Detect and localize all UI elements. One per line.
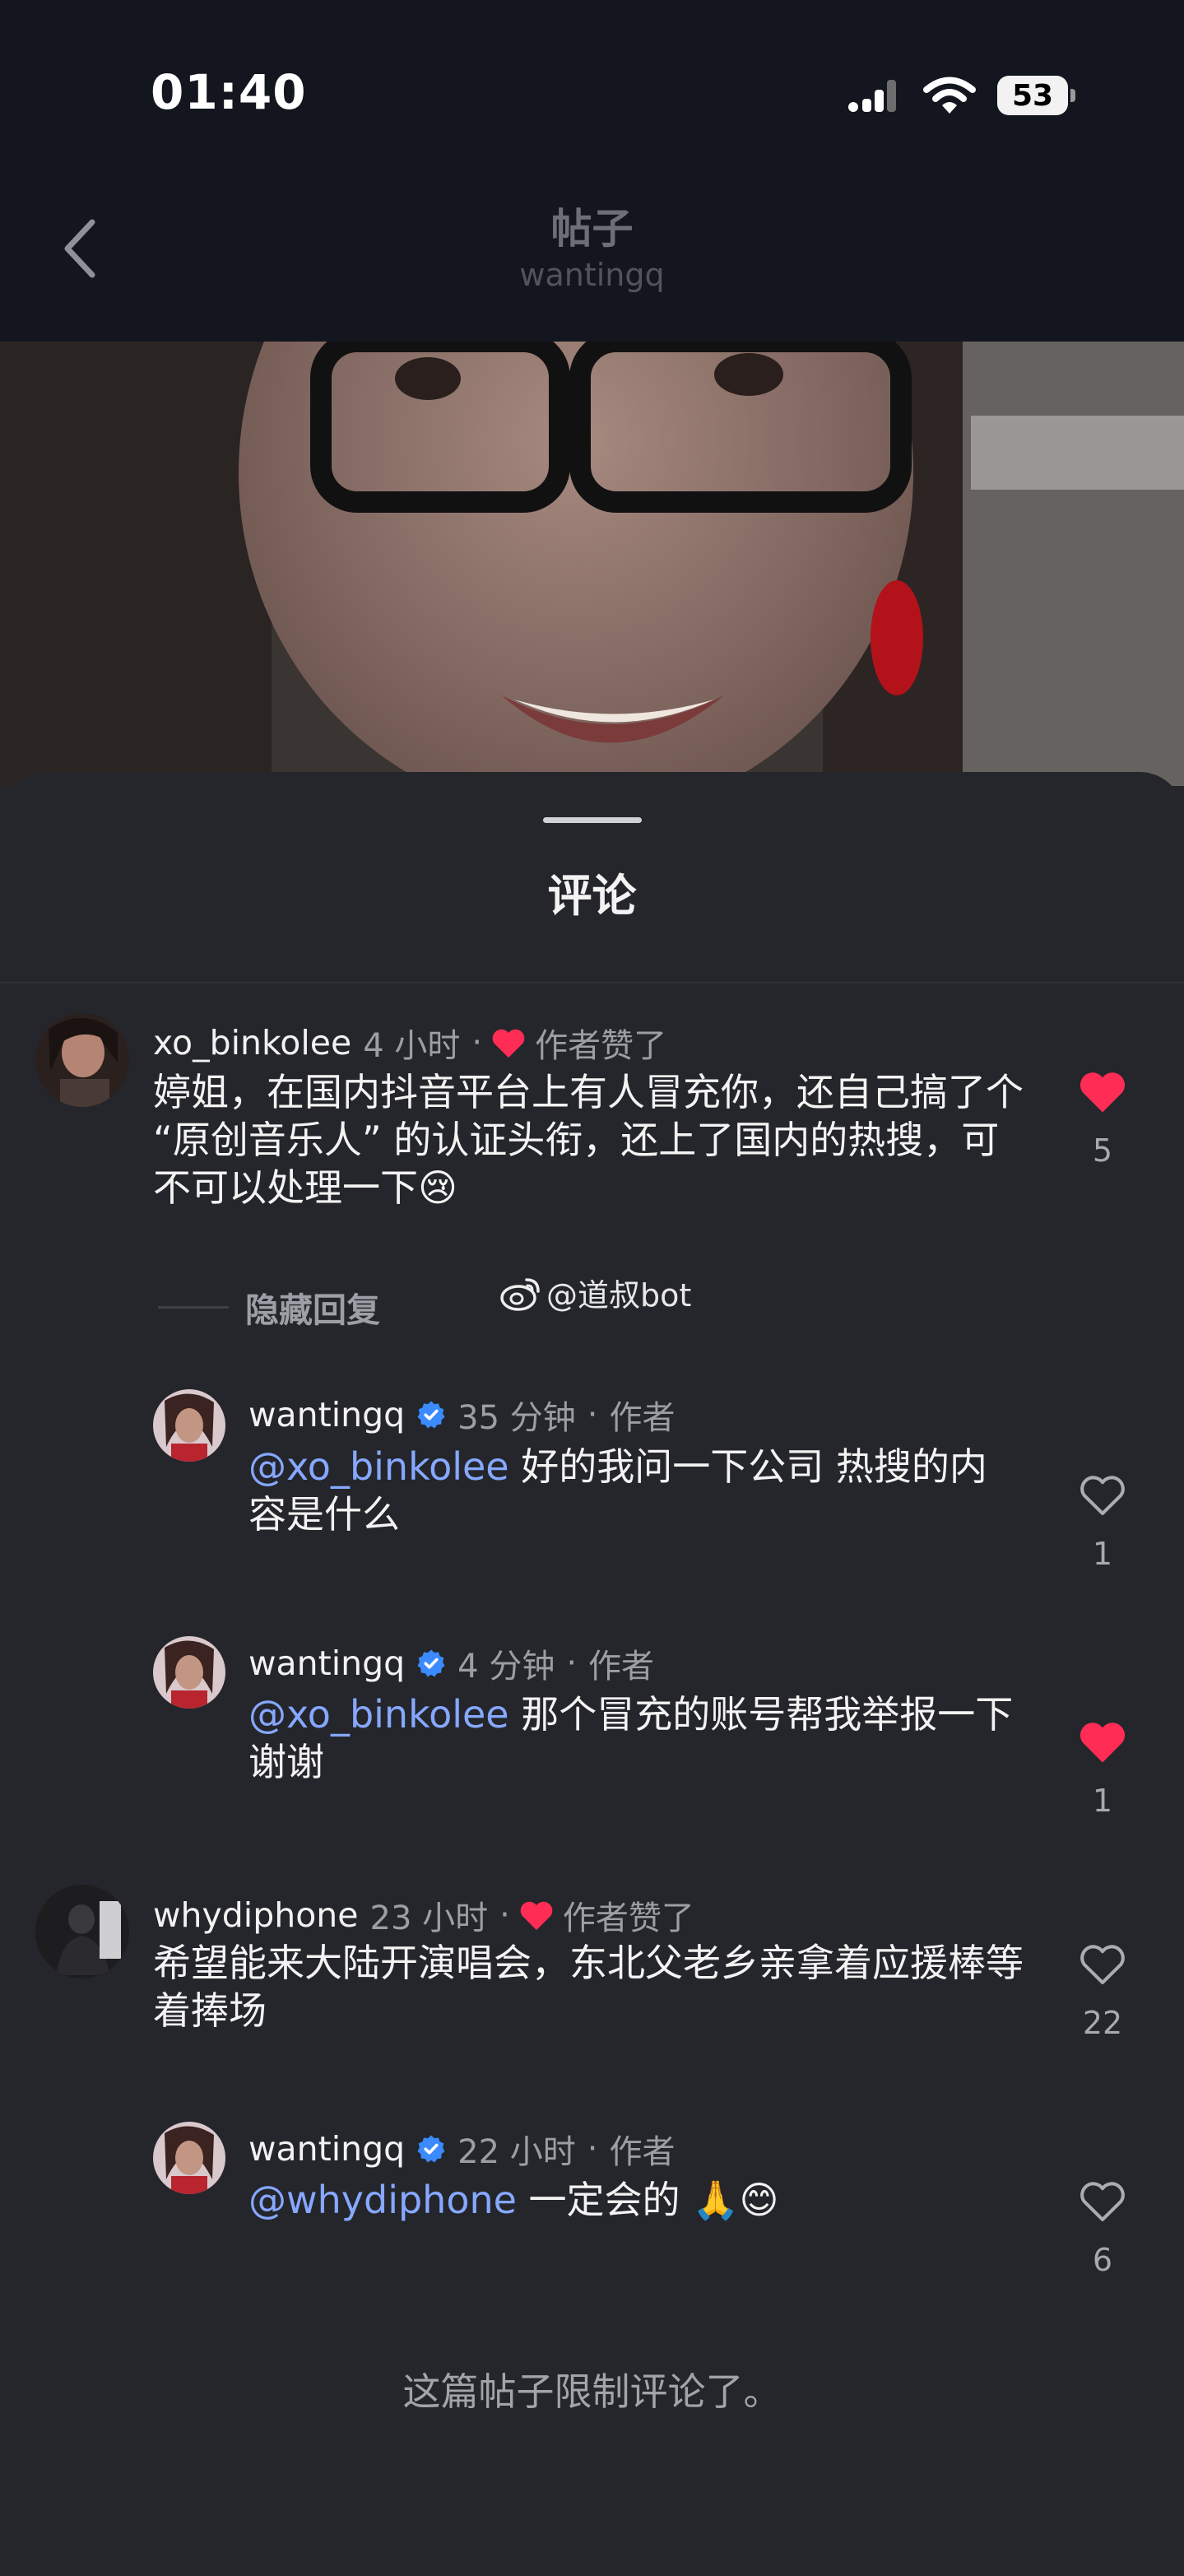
weibo-icon — [500, 1277, 540, 1311]
comment-meta: wantingq 22 小时 · 作者 — [248, 2125, 676, 2173]
username[interactable]: wantingq — [248, 1395, 405, 1434]
like-button[interactable]: 5 — [1070, 1068, 1135, 1169]
author-liked-heart-icon — [520, 1901, 553, 1931]
separator: · — [471, 1024, 483, 1062]
like-count: 6 — [1092, 2242, 1113, 2278]
author-liked-badge: 作者赞了 — [562, 1899, 694, 1937]
comment-meta: xo_binkolee 4 小时 · 作者赞了 — [153, 1019, 666, 1067]
top-bar: 01:40 53 帖子 wantingq — [0, 0, 1184, 342]
like-button[interactable]: 1 — [1070, 1472, 1135, 1572]
author-role: 作者 — [588, 1648, 655, 1686]
verified-badge-icon — [417, 1649, 445, 1677]
avatar[interactable] — [35, 1885, 129, 1978]
verified-badge-icon — [417, 2135, 445, 2163]
author-role: 作者 — [609, 2133, 676, 2171]
comment-meta: wantingq 4 分钟 · 作者 — [248, 1639, 654, 1687]
avatar[interactable] — [153, 1636, 225, 1709]
comment-meta: whydiphone 23 小时 · 作者赞了 — [153, 1891, 694, 1939]
separator: · — [566, 1644, 578, 1682]
comment-text: @xo_binkolee 那个冒充的账号帮我举报一下 谢谢 — [248, 1690, 1022, 1786]
username[interactable]: whydiphone — [153, 1895, 359, 1935]
hide-replies-button[interactable]: 隐藏回复 — [158, 1282, 380, 1332]
post-photo — [0, 342, 1184, 786]
mention-link[interactable]: @whydiphone — [248, 2178, 517, 2222]
like-count: 5 — [1092, 1132, 1113, 1169]
author-liked-badge: 作者赞了 — [535, 1027, 667, 1065]
comment-text: 婷姐，在国内抖音平台上有人冒充你，还自己搞了个 “原创音乐人” 的认证头衔，还上… — [153, 1068, 1025, 1211]
like-button[interactable]: 6 — [1070, 2178, 1135, 2278]
status-time: 01:40 — [151, 64, 307, 120]
separator: · — [499, 1896, 510, 1934]
page-title: 帖子 — [550, 205, 634, 253]
timestamp: 4 小时 — [363, 1027, 461, 1065]
comment-text: 希望能来大陆开演唱会，东北父老乡亲拿着应援棒等着捧场 — [153, 1939, 1025, 2034]
timestamp: 4 分钟 — [457, 1648, 555, 1686]
username[interactable]: wantingq — [248, 2129, 405, 2169]
wifi-icon — [923, 77, 976, 114]
post-image — [0, 342, 1184, 786]
like-count: 1 — [1092, 1536, 1113, 1572]
page-subtitle: wantingq — [519, 257, 665, 293]
heart-filled-icon — [1080, 1723, 1126, 1763]
separator: · — [587, 2130, 598, 2168]
author-role: 作者 — [609, 1399, 676, 1437]
crying-emoji: 😢 — [418, 1165, 457, 1210]
heart-outline-icon — [1080, 1476, 1125, 1515]
mention-link[interactable]: @xo_binkolee — [248, 1444, 509, 1489]
timestamp: 22 小时 — [457, 2133, 576, 2171]
username[interactable]: xo_binkolee — [153, 1023, 351, 1062]
author-liked-heart-icon — [492, 1029, 525, 1058]
heart-filled-icon — [1080, 1072, 1126, 1113]
timestamp: 35 分钟 — [457, 1399, 576, 1437]
avatar[interactable] — [153, 1389, 225, 1462]
comments-restricted-note: 这篇帖子限制评论了。 — [402, 2369, 782, 2414]
separator: · — [587, 1396, 598, 1434]
comment-sheet: 评论 xo_binkolee 4 小时 · 作者赞了 婷姐，在国内抖音平台上有人… — [0, 772, 1184, 2576]
comment-body: 希望能来大陆开演唱会，东北父老乡亲拿着应援棒等着捧场 — [153, 1941, 1024, 2033]
drag-handle[interactable] — [543, 817, 642, 823]
reply-thread-line — [158, 1305, 229, 1309]
verified-badge-icon — [417, 1401, 445, 1429]
like-count: 22 — [1082, 2005, 1123, 2041]
heart-outline-icon — [1080, 2182, 1125, 2221]
comment-text: @whydiphone 一定会的 🙏😊 — [248, 2176, 1022, 2224]
username[interactable]: wantingq — [248, 1644, 405, 1683]
battery-icon: 53 — [997, 76, 1075, 115]
status-icons: 53 — [847, 72, 1075, 119]
like-count: 1 — [1092, 1783, 1113, 1819]
mention-link[interactable]: @xo_binkolee — [248, 1692, 509, 1737]
comment-text: @xo_binkolee 好的我问一下公司 热搜的内容是什么 — [248, 1443, 1022, 1538]
like-button[interactable]: 22 — [1070, 1941, 1135, 2041]
comment-body: 一定会的 🙏😊 — [516, 2178, 779, 2222]
like-button[interactable]: 1 — [1070, 1718, 1135, 1819]
heart-outline-icon — [1080, 1945, 1125, 1984]
comment-body: 婷姐，在国内抖音平台上有人冒充你，还自己搞了个 “原创音乐人” 的认证头衔，还上… — [153, 1070, 1024, 1210]
avatar[interactable] — [153, 2122, 225, 2194]
avatar[interactable] — [35, 1013, 129, 1107]
comment-meta: wantingq 35 分钟 · 作者 — [248, 1391, 676, 1439]
divider — [0, 982, 1184, 983]
weibo-watermark: @道叔bot — [500, 1270, 691, 1315]
comments-title: 评论 — [547, 870, 637, 922]
timestamp: 23 小时 — [369, 1899, 489, 1937]
hide-replies-label: 隐藏回复 — [245, 1290, 380, 1330]
watermark-text: @道叔bot — [546, 1277, 692, 1314]
battery-level: 53 — [997, 76, 1068, 115]
cellular-signal-icon — [848, 80, 896, 112]
